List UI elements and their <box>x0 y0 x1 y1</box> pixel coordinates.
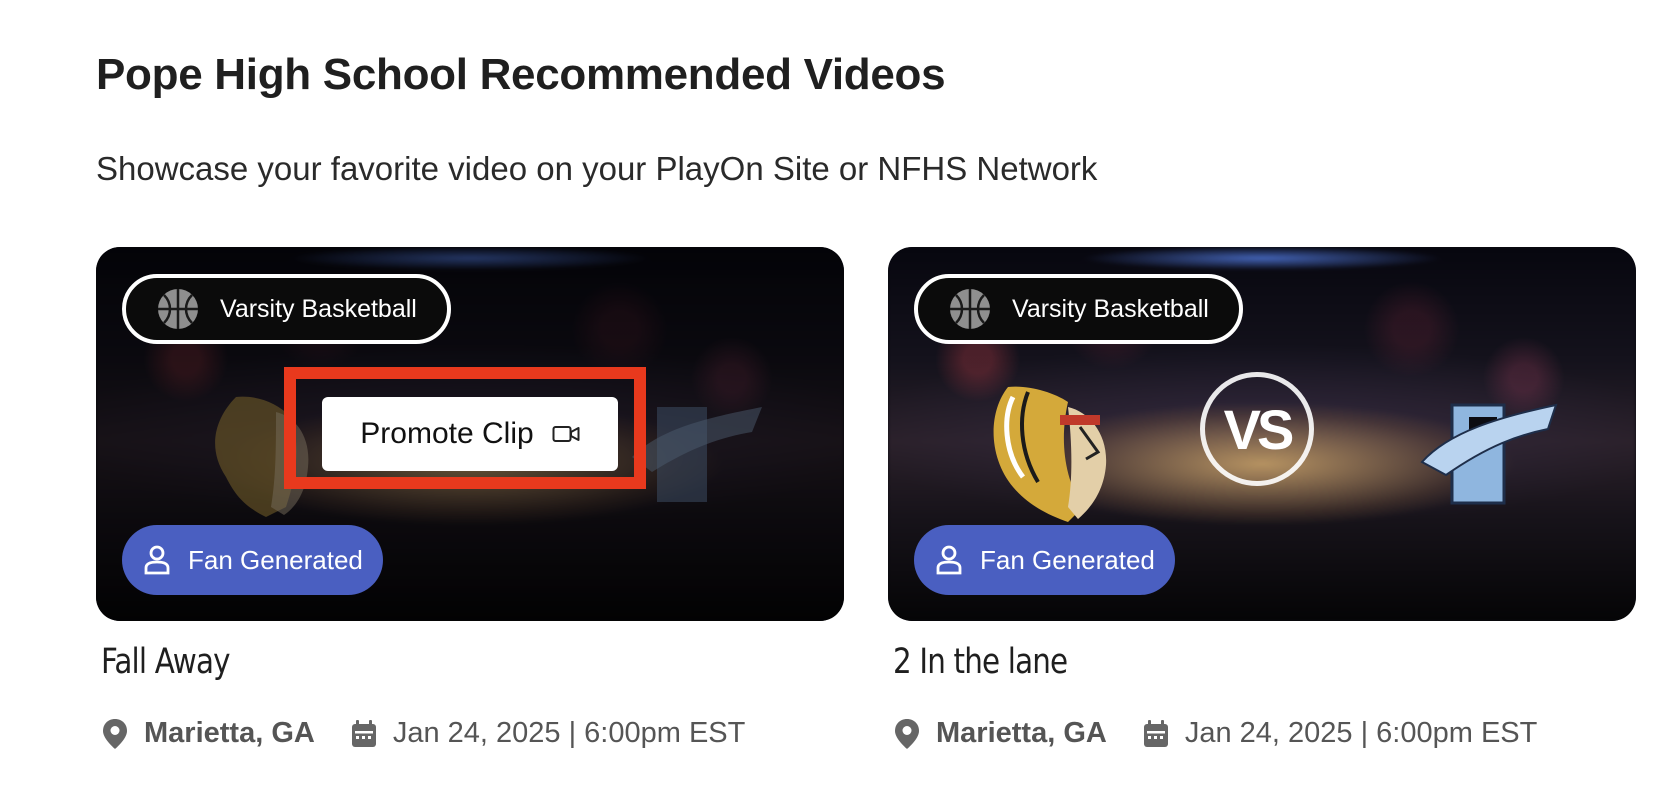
fan-generated-badge: Fan Generated <box>122 525 383 595</box>
video-thumbnail[interactable]: Varsity Basketball Fan Generated Promote… <box>96 247 844 621</box>
fan-badge-label: Fan Generated <box>980 544 1155 575</box>
sport-tag: Varsity Basketball <box>122 274 451 344</box>
datetime-text: Jan 24, 2025 | 6:00pm EST <box>1184 717 1538 749</box>
promote-clip-label: Promote Clip <box>360 417 534 450</box>
clip-title[interactable]: 2 In the lane <box>893 642 1068 682</box>
versus-emblem: VS <box>1200 372 1314 486</box>
clip-meta: Marietta, GA Jan 24, 2025 | 6:00pm EST <box>894 717 1537 750</box>
location-text: Marietta, GA <box>936 717 1107 749</box>
page-subtitle: Showcase your favorite video on your Pla… <box>96 150 1098 187</box>
datetime-text: Jan 24, 2025 | 6:00pm EST <box>392 717 746 749</box>
home-team-logo <box>993 386 1107 522</box>
sport-label: Varsity Basketball <box>1012 294 1209 323</box>
basketball-icon <box>158 289 198 329</box>
map-pin-icon <box>895 718 919 749</box>
calendar-icon <box>1143 719 1168 747</box>
video-camera-icon <box>552 426 580 442</box>
promote-clip-button[interactable]: Promote Clip <box>322 397 618 471</box>
fan-generated-badge: Fan Generated <box>914 525 1175 595</box>
away-team-logo <box>1420 403 1558 505</box>
sport-label: Varsity Basketball <box>220 294 417 323</box>
person-icon <box>936 545 962 575</box>
video-thumbnail[interactable]: VS Varsity Basketball Fan Generated <box>888 247 1636 621</box>
location-text: Marietta, GA <box>144 717 315 749</box>
basketball-icon <box>950 289 990 329</box>
video-card[interactable]: VS Varsity Basketball Fan Generated 2 In… <box>888 247 1636 749</box>
person-icon <box>144 545 170 575</box>
video-card[interactable]: Varsity Basketball Fan Generated Promote… <box>96 247 844 749</box>
sport-tag: Varsity Basketball <box>914 274 1243 344</box>
map-pin-icon <box>103 718 127 749</box>
page-title: Pope High School Recommended Videos <box>96 50 946 99</box>
fan-badge-label: Fan Generated <box>188 544 363 575</box>
calendar-icon <box>351 719 376 747</box>
clip-meta: Marietta, GA Jan 24, 2025 | 6:00pm EST <box>102 717 745 750</box>
clip-title[interactable]: Fall Away <box>101 642 231 682</box>
